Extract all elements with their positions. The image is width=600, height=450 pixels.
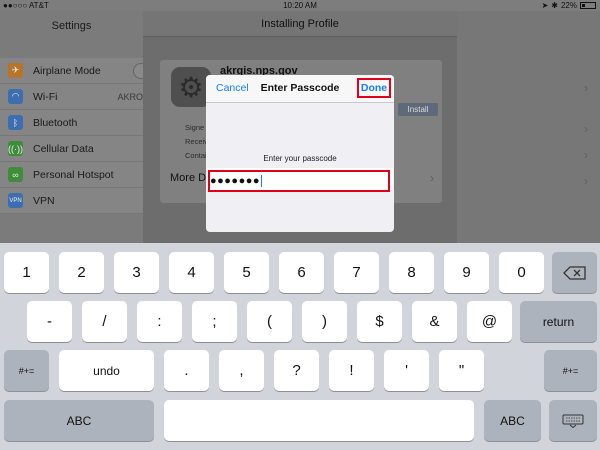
- sidebar-item-label: Airplane Mode: [33, 64, 101, 77]
- dialog-nav-bar: Cancel Enter Passcode Done: [206, 75, 394, 103]
- key-slash[interactable]: /: [82, 301, 127, 342]
- key-comma[interactable]: ,: [219, 350, 264, 391]
- key-1[interactable]: 1: [4, 252, 49, 293]
- key-quote[interactable]: ": [439, 350, 484, 391]
- abc-key-right[interactable]: ABC: [484, 400, 541, 441]
- sidebar-title: Settings: [51, 20, 92, 32]
- key-semicolon[interactable]: ;: [192, 301, 237, 342]
- key-2[interactable]: 2: [59, 252, 104, 293]
- key-close-paren[interactable]: ): [302, 301, 347, 342]
- key-at[interactable]: @: [467, 301, 512, 342]
- delete-key[interactable]: [552, 252, 597, 293]
- settings-list: ✈ Airplane Mode ◠ Wi-Fi AKRO ᛒ Bluetooth…: [0, 58, 149, 214]
- install-button[interactable]: Install: [398, 103, 438, 116]
- return-key[interactable]: return: [520, 301, 597, 342]
- key-3[interactable]: 3: [114, 252, 159, 293]
- key-period[interactable]: .: [164, 350, 209, 391]
- shift-symbols-key-right[interactable]: #+=: [544, 350, 597, 391]
- hotspot-icon: ∞: [8, 167, 23, 182]
- key-open-paren[interactable]: (: [247, 301, 292, 342]
- key-0[interactable]: 0: [499, 252, 544, 293]
- sidebar-item-personal-hotspot[interactable]: ∞ Personal Hotspot: [0, 162, 143, 188]
- sidebar-item-vpn[interactable]: VPN VPN: [0, 188, 143, 214]
- sheet-title: Installing Profile: [143, 11, 457, 37]
- text-caret: [261, 175, 263, 188]
- gear-icon: ⚙: [171, 67, 211, 107]
- key-5[interactable]: 5: [224, 252, 269, 293]
- vpn-icon: VPN: [8, 193, 23, 208]
- battery-icon: [580, 2, 596, 9]
- key-apostrophe[interactable]: ': [384, 350, 429, 391]
- delete-icon: [562, 265, 586, 280]
- meta-contains: Contai: [185, 151, 207, 160]
- sidebar-item-label: Personal Hotspot: [33, 168, 114, 181]
- space-key[interactable]: [164, 400, 474, 441]
- clock: 10:20 AM: [283, 1, 317, 10]
- abc-key-left[interactable]: ABC: [4, 400, 154, 441]
- key-4[interactable]: 4: [169, 252, 214, 293]
- shift-symbols-key-left[interactable]: #+=: [4, 350, 49, 391]
- key-hyphen[interactable]: -: [27, 301, 72, 342]
- wifi-icon: ◠: [8, 89, 23, 104]
- passcode-input[interactable]: ●●●●●●●: [210, 172, 263, 190]
- chevron-right-icon: ›: [584, 81, 588, 95]
- meta-signed: Signe: [185, 123, 205, 132]
- key-8[interactable]: 8: [389, 252, 434, 293]
- done-button[interactable]: Done: [357, 78, 391, 98]
- cellular-icon: ((·)): [8, 141, 23, 156]
- sidebar-item-airplane-mode[interactable]: ✈ Airplane Mode: [0, 58, 149, 84]
- sidebar-item-label: Wi-Fi: [33, 90, 58, 103]
- passcode-prompt: Enter your passcode: [263, 154, 337, 163]
- key-exclamation[interactable]: !: [329, 350, 374, 391]
- airplane-icon: ✈: [8, 63, 23, 78]
- battery-percent: 22%: [560, 1, 577, 10]
- chevron-right-icon: ›: [584, 174, 588, 188]
- chevron-right-icon: ›: [584, 122, 588, 136]
- chevron-right-icon: ›: [430, 171, 434, 185]
- location-icon: ➤: [541, 1, 549, 10]
- sidebar-item-label: Cellular Data: [33, 142, 94, 155]
- key-6[interactable]: 6: [279, 252, 324, 293]
- passcode-masked-value: ●●●●●●●: [210, 175, 261, 187]
- key-question[interactable]: ?: [274, 350, 319, 391]
- key-9[interactable]: 9: [444, 252, 489, 293]
- hide-keyboard-key[interactable]: [549, 400, 597, 441]
- keyboard: 1 2 3 4 5 6 7 8 9 0 - / : ; ( ) $ & @ re…: [0, 243, 600, 450]
- sidebar-item-label: VPN: [33, 194, 55, 207]
- status-right: ➤ ✱ 22%: [542, 1, 596, 10]
- sidebar-item-wifi[interactable]: ◠ Wi-Fi AKRO: [0, 84, 143, 110]
- hide-keyboard-icon: [562, 414, 584, 428]
- key-7[interactable]: 7: [334, 252, 379, 293]
- key-dollar[interactable]: $: [357, 301, 402, 342]
- chevron-right-icon: ›: [584, 148, 588, 162]
- status-bar: ●●○○○ AT&T 10:20 AM ➤ ✱ 22%: [0, 0, 600, 11]
- enter-passcode-dialog: Cancel Enter Passcode Done Enter your pa…: [206, 75, 394, 232]
- sidebar-item-cellular-data[interactable]: ((·)) Cellular Data: [0, 136, 143, 162]
- bluetooth-icon: ᛒ: [8, 115, 23, 130]
- sidebar-item-label: Bluetooth: [33, 116, 78, 129]
- sidebar-item-bluetooth[interactable]: ᛒ Bluetooth: [0, 110, 143, 136]
- bluetooth-status-icon: ✱: [551, 1, 558, 10]
- key-colon[interactable]: :: [137, 301, 182, 342]
- undo-key[interactable]: undo: [59, 350, 154, 391]
- key-ampersand[interactable]: &: [412, 301, 457, 342]
- wifi-network-value: AKRO: [117, 91, 143, 102]
